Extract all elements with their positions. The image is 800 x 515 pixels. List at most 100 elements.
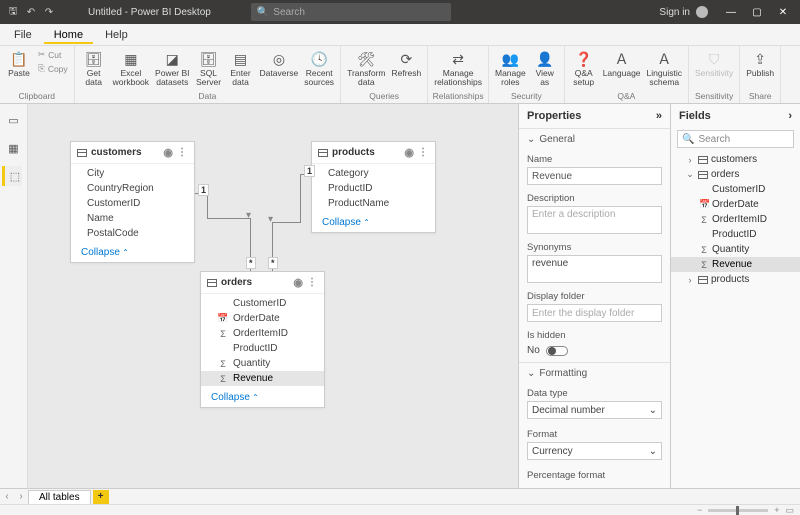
maximize-button[interactable]: ▢ <box>744 2 770 22</box>
table-field[interactable]: ΣQuantity <box>201 356 324 371</box>
transform-icon: 🛠 <box>356 49 376 69</box>
table-field[interactable]: CountryRegion <box>71 181 194 196</box>
tab-prev-button[interactable]: ‹ <box>0 491 14 502</box>
zoom-in-button[interactable]: + <box>774 505 779 515</box>
tree-field[interactable]: ΣQuantity <box>671 242 800 257</box>
close-button[interactable]: ✕ <box>770 2 796 22</box>
table-card-products[interactable]: products ◉ ⋮ CategoryProductIDProductNam… <box>311 141 436 233</box>
sql-button[interactable]: 🗄SQL Server <box>194 48 224 89</box>
name-input[interactable]: Revenue <box>527 167 662 185</box>
is-hidden-value: No <box>527 345 540 356</box>
synonyms-input[interactable]: revenue <box>527 255 662 283</box>
visibility-icon[interactable]: ◉ <box>404 146 414 159</box>
linguistic-schema-button[interactable]: ＡLinguistic schema <box>645 48 684 89</box>
relationship-line[interactable] <box>300 174 301 222</box>
avatar[interactable] <box>696 6 708 18</box>
description-label: Description <box>519 189 670 206</box>
refresh-button[interactable]: ⟳Refresh <box>389 48 423 79</box>
excel-button[interactable]: ▦Excel workbook <box>111 48 151 89</box>
model-canvas[interactable]: customers ◉ ⋮ CityCountryRegionCustomerI… <box>28 104 518 488</box>
manage-relationships-button[interactable]: ⇄Manage relationships <box>432 48 484 89</box>
relationship-line[interactable] <box>272 222 301 223</box>
table-field[interactable]: PostalCode <box>71 226 194 241</box>
table-icon <box>77 149 87 157</box>
fields-search-input[interactable]: 🔍 Search <box>677 130 794 148</box>
menu-file[interactable]: File <box>4 26 42 44</box>
cut-button: ✂ Cut <box>36 48 70 61</box>
minimize-button[interactable]: — <box>718 2 744 22</box>
view-as-button[interactable]: 👤View as <box>530 48 560 89</box>
table-field[interactable]: CustomerID <box>201 296 324 311</box>
data-type-select[interactable]: Decimal number⌄ <box>527 401 662 419</box>
table-field[interactable]: ProductID <box>201 341 324 356</box>
menu-help[interactable]: Help <box>95 26 138 44</box>
zoom-out-button[interactable]: − <box>697 505 702 515</box>
tree-field[interactable]: ΣRevenue <box>671 257 800 272</box>
is-hidden-label: Is hidden <box>519 326 670 343</box>
language-button[interactable]: ＡLanguage <box>601 48 643 79</box>
table-field[interactable]: Name <box>71 211 194 226</box>
tree-table-orders[interactable]: orders <box>671 167 800 182</box>
visibility-icon[interactable]: ◉ <box>293 276 303 289</box>
more-icon[interactable]: ⋮ <box>418 147 429 158</box>
transform-data-button[interactable]: 🛠Transform data <box>345 48 387 89</box>
undo-icon[interactable]: ↶ <box>22 3 40 21</box>
model-view-icon[interactable]: ⬚ <box>2 166 22 186</box>
tree-field[interactable]: CustomerID <box>671 182 800 197</box>
language-icon: Ａ <box>612 49 632 69</box>
tree-table-products[interactable]: products <box>671 272 800 287</box>
more-icon[interactable]: ⋮ <box>307 277 318 288</box>
signin-link[interactable]: Sign in <box>659 7 690 18</box>
table-field[interactable]: ProductID <box>312 181 435 196</box>
schema-icon: Ａ <box>654 49 674 69</box>
fit-to-page-button[interactable]: ▭ <box>785 505 794 515</box>
collapse-link[interactable]: Collapse <box>312 213 435 232</box>
tree-table-customers[interactable]: customers <box>671 152 800 167</box>
collapse-pane-icon[interactable]: » <box>656 110 662 122</box>
report-view-icon[interactable]: ▭ <box>4 110 24 130</box>
relationship-line[interactable] <box>207 218 250 219</box>
table-field[interactable]: ΣOrderItemID <box>201 326 324 341</box>
dataverse-button[interactable]: ◎Dataverse <box>258 48 301 79</box>
get-data-button[interactable]: 🗄Get data <box>79 48 109 89</box>
save-icon[interactable]: 🖫 <box>4 3 22 21</box>
section-general[interactable]: General <box>519 129 670 150</box>
section-formatting[interactable]: Formatting <box>519 363 670 384</box>
table-field[interactable]: CustomerID <box>71 196 194 211</box>
display-folder-input[interactable]: Enter the display folder <box>527 304 662 322</box>
table-field[interactable]: Category <box>312 166 435 181</box>
tree-field[interactable]: ΣOrderItemID <box>671 212 800 227</box>
table-field[interactable]: 📅OrderDate <box>201 311 324 326</box>
table-card-customers[interactable]: customers ◉ ⋮ CityCountryRegionCustomerI… <box>70 141 195 263</box>
tree-field[interactable]: 📅OrderDate <box>671 197 800 212</box>
pbi-datasets-button[interactable]: ◪Power BI datasets <box>153 48 192 89</box>
publish-button[interactable]: ⇪Publish <box>744 48 776 79</box>
menu-home[interactable]: Home <box>44 26 93 44</box>
table-card-orders[interactable]: orders ◉ ⋮ CustomerID📅OrderDateΣOrderIte… <box>200 271 325 408</box>
format-select[interactable]: Currency⌄ <box>527 442 662 460</box>
menu-bar: File Home Help <box>0 24 800 46</box>
title-search-input[interactable]: 🔍 Search <box>251 3 451 21</box>
collapse-link[interactable]: Collapse <box>201 388 324 407</box>
table-field[interactable]: City <box>71 166 194 181</box>
collapse-pane-icon[interactable]: › <box>788 110 792 122</box>
collapse-link[interactable]: Collapse <box>71 243 194 262</box>
more-icon[interactable]: ⋮ <box>177 147 188 158</box>
table-field[interactable]: ΣRevenue <box>201 371 324 386</box>
tab-all-tables[interactable]: All tables <box>28 490 91 504</box>
data-view-icon[interactable]: ▦ <box>4 138 24 158</box>
recent-sources-button[interactable]: 🕓Recent sources <box>302 48 336 89</box>
is-hidden-toggle[interactable] <box>546 346 568 356</box>
enter-data-button[interactable]: ▤Enter data <box>226 48 256 89</box>
manage-roles-button[interactable]: 👥Manage roles <box>493 48 528 89</box>
tab-next-button[interactable]: › <box>14 491 28 502</box>
tab-add-button[interactable]: + <box>93 490 109 504</box>
tree-field[interactable]: ProductID <box>671 227 800 242</box>
description-input[interactable]: Enter a description <box>527 206 662 234</box>
redo-icon[interactable]: ↷ <box>40 3 58 21</box>
relationship-line[interactable] <box>207 193 208 218</box>
visibility-icon[interactable]: ◉ <box>163 146 173 159</box>
zoom-slider[interactable] <box>708 509 768 512</box>
table-field[interactable]: ProductName <box>312 196 435 211</box>
qa-setup-button[interactable]: ❓Q&A setup <box>569 48 599 89</box>
